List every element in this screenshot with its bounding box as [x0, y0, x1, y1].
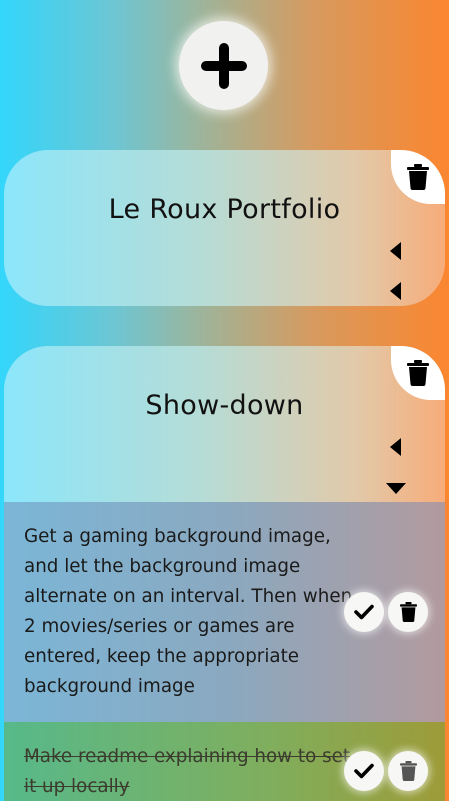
- trash-icon: [407, 360, 429, 386]
- todo-item: Make readme explaining how to set it up …: [4, 722, 445, 801]
- plus-icon: [200, 42, 247, 89]
- project-title[interactable]: Le Roux Portfolio: [4, 194, 445, 225]
- expand-toggle-icon[interactable]: [390, 282, 402, 300]
- project-title[interactable]: Show-down: [4, 390, 445, 421]
- checkmark-icon: [354, 604, 374, 620]
- todo-item: Get a gaming background image, and let t…: [4, 502, 445, 722]
- complete-todo-button[interactable]: [344, 592, 384, 632]
- trash-icon: [399, 602, 417, 622]
- trash-icon: [399, 761, 417, 781]
- todo-text: Make readme explaining how to set it up …: [24, 746, 351, 797]
- complete-todo-button[interactable]: [344, 751, 384, 791]
- collapse-toggle-icon[interactable]: [386, 483, 406, 494]
- todo-list: Get a gaming background image, and let t…: [4, 502, 445, 801]
- project-card: Show-down Get a gaming background image,…: [4, 346, 445, 801]
- add-project-button[interactable]: [179, 21, 268, 110]
- delete-todo-button[interactable]: [388, 592, 428, 632]
- caret-left-icon[interactable]: [390, 242, 402, 260]
- checkmark-icon: [354, 763, 374, 779]
- project-card: Le Roux Portfolio: [4, 150, 445, 306]
- todo-text: Get a gaming background image, and let t…: [24, 526, 353, 697]
- trash-icon: [407, 164, 429, 190]
- caret-left-icon[interactable]: [390, 438, 402, 456]
- delete-todo-button[interactable]: [388, 751, 428, 791]
